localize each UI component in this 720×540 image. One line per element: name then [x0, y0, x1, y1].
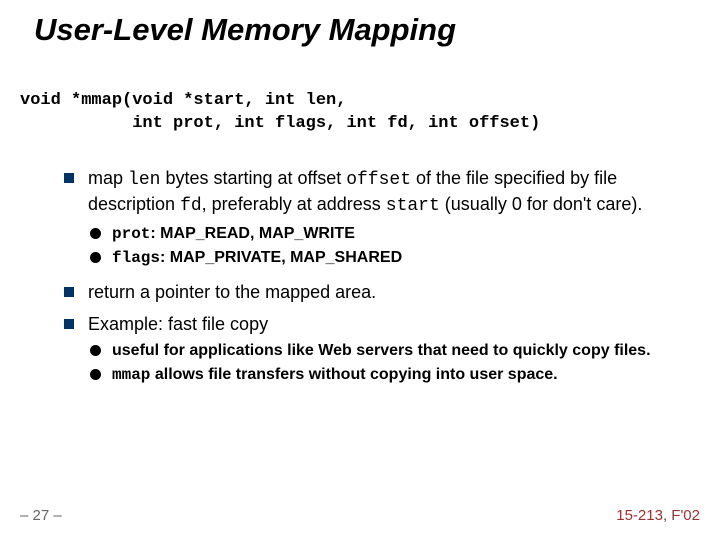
code-len: len	[128, 170, 160, 190]
bullet-map-description: map len bytes starting at offset offset …	[60, 166, 700, 270]
sub-list-example: useful for applications like Web servers…	[88, 340, 700, 386]
text-post: (usually 0 for don't care).	[440, 194, 643, 214]
code-prot: prot	[112, 225, 150, 243]
text-mid1: bytes starting at offset	[160, 168, 346, 188]
code-line-2: int prot, int flags, int fd, int offset)	[20, 114, 540, 133]
slide-title: User-Level Memory Mapping	[34, 12, 456, 48]
code-line-1: void *mmap(void *start, int len,	[20, 91, 346, 110]
sub-useful: useful for applications like Web servers…	[88, 340, 700, 362]
bullet-return: return a pointer to the mapped area.	[60, 280, 700, 304]
course-label: 15-213, F'02	[616, 507, 700, 524]
text-return: return a pointer to the mapped area.	[88, 282, 376, 302]
sub-list-params: prot: MAP_READ, MAP_WRITE flags: MAP_PRI…	[88, 223, 700, 270]
body-content: map len bytes starting at offset offset …	[60, 166, 700, 397]
text-map: map	[88, 168, 128, 188]
code-offset: offset	[346, 170, 411, 190]
code-fd: fd	[180, 196, 202, 216]
bullet-example: Example: fast file copy useful for appli…	[60, 312, 700, 386]
sub-mmap-transfer: mmap allows file transfers without copyi…	[88, 364, 700, 387]
slide: User-Level Memory Mapping void *mmap(voi…	[0, 0, 720, 540]
text-prot-vals: : MAP_READ, MAP_WRITE	[150, 225, 354, 242]
text-flags-vals: : MAP_PRIVATE, MAP_SHARED	[160, 249, 402, 266]
text-example: Example: fast file copy	[88, 314, 268, 334]
bullet-list: map len bytes starting at offset offset …	[60, 166, 700, 387]
text-transfer: allows file transfers without copying in…	[150, 366, 557, 383]
sub-prot: prot: MAP_READ, MAP_WRITE	[88, 223, 700, 246]
code-signature: void *mmap(void *start, int len, int pro…	[20, 90, 540, 136]
text-useful: useful for applications like Web servers…	[112, 342, 651, 359]
code-mmap: mmap	[112, 366, 150, 384]
sub-flags: flags: MAP_PRIVATE, MAP_SHARED	[88, 247, 700, 270]
code-flags: flags	[112, 249, 160, 267]
page-number: – 27 –	[20, 507, 62, 524]
text-mid3: , preferably at address	[202, 194, 386, 214]
code-start: start	[386, 196, 440, 216]
